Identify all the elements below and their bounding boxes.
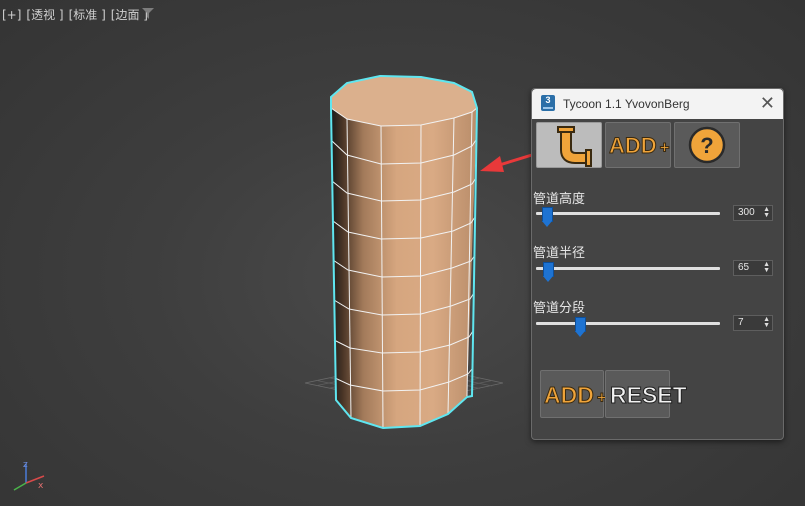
pipe-height-label: 管道高度 bbox=[533, 192, 586, 207]
add-button[interactable]: ADD + bbox=[540, 370, 607, 418]
pipe-height-slider-thumb[interactable] bbox=[541, 207, 553, 227]
pipe-height-slider[interactable] bbox=[536, 212, 720, 215]
pipe-segments-label: 管道分段 bbox=[533, 301, 586, 316]
add-tool-label: ADD bbox=[609, 133, 658, 159]
reset-button-label: RESET bbox=[610, 382, 688, 409]
pipe-segments-slider[interactable] bbox=[536, 322, 720, 325]
pipe-radius-spinner[interactable]: 65 ▲ ▼ bbox=[733, 260, 773, 276]
pipe-radius-slider[interactable] bbox=[536, 267, 720, 270]
axis-z-label: z bbox=[23, 460, 28, 470]
help-icon: ? bbox=[688, 126, 726, 164]
pipe-segments-slider-thumb[interactable] bbox=[574, 317, 586, 337]
spinner-arrows-icon[interactable]: ▲ ▼ bbox=[763, 316, 770, 329]
pipe-height-value[interactable]: 300 bbox=[738, 206, 755, 220]
close-button[interactable]: ✕ bbox=[760, 93, 775, 113]
panel-title: Tycoon 1.1 YvovonBerg bbox=[563, 97, 690, 111]
pipe-radius-value[interactable]: 65 bbox=[738, 261, 749, 275]
add-tool-plus: + bbox=[659, 138, 670, 158]
pipe-icon bbox=[557, 126, 592, 167]
panel-titlebar[interactable]: 3 Tycoon 1.1 YvovonBerg ✕ bbox=[532, 89, 783, 119]
reset-button[interactable]: RESET bbox=[605, 370, 687, 418]
tycoon-panel: 3 Tycoon 1.1 YvovonBerg ✕ ADD + ? 管道高度 30… bbox=[531, 88, 784, 440]
cylinder-object[interactable] bbox=[330, 74, 479, 430]
pipe-radius-slider-thumb[interactable] bbox=[543, 262, 555, 282]
help-button[interactable]: ? bbox=[674, 122, 740, 168]
pipe-radius-label: 管道半径 bbox=[533, 246, 586, 261]
pipe-segments-value[interactable]: 7 bbox=[738, 316, 744, 330]
pipe-segments-spinner[interactable]: 7 ▲ ▼ bbox=[733, 315, 773, 331]
axis-gizmo: z x bbox=[13, 460, 45, 491]
axis-x-label: x bbox=[38, 481, 44, 491]
spinner-arrows-icon[interactable]: ▲ ▼ bbox=[763, 261, 770, 274]
app-logo-icon: 3 bbox=[541, 95, 555, 111]
pipe-height-spinner[interactable]: 300 ▲ ▼ bbox=[733, 205, 773, 221]
spinner-arrows-icon[interactable]: ▲ ▼ bbox=[763, 206, 770, 219]
pipe-tool-button[interactable] bbox=[536, 122, 602, 168]
svg-text:?: ? bbox=[700, 133, 713, 158]
add-tool-button[interactable]: ADD + bbox=[605, 122, 671, 168]
add-button-label: ADD bbox=[544, 382, 595, 409]
